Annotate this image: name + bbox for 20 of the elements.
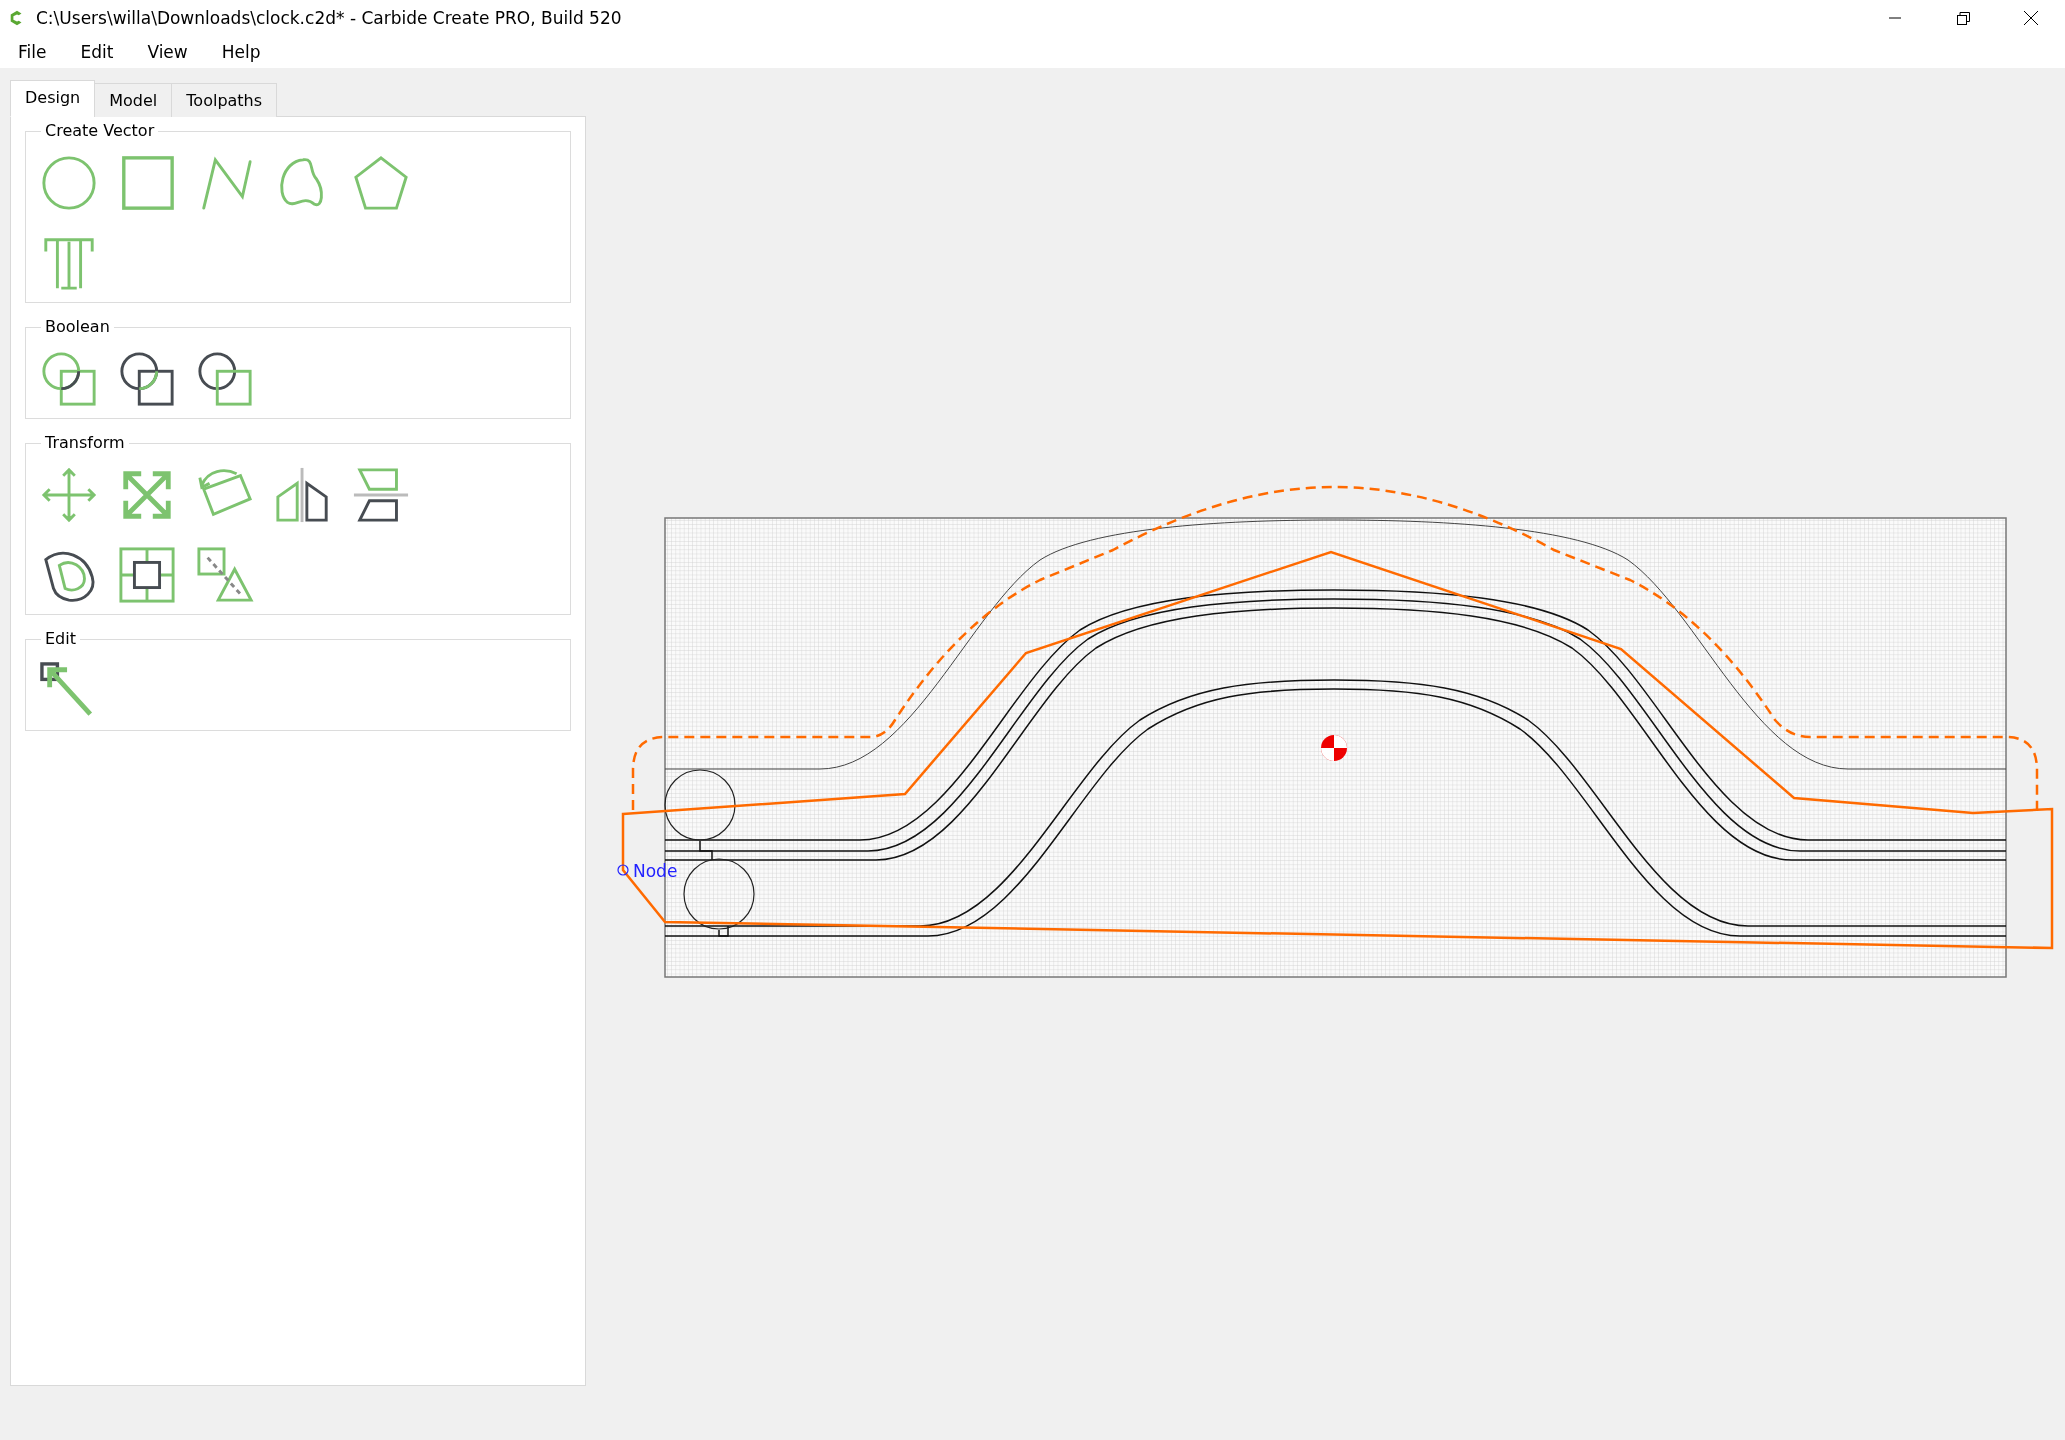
vector-circle[interactable]	[683, 858, 755, 930]
boolean-intersect-icon[interactable]	[196, 350, 254, 408]
mirror-vertical-icon[interactable]	[352, 466, 410, 524]
tab[interactable]: Toolpaths	[171, 83, 278, 117]
window-title: C:\Users\willa\Downloads\clock.c2d* - Carbide Create PRO, Build 520	[36, 8, 623, 28]
node-label: Node	[633, 861, 678, 881]
vector-circle[interactable]	[664, 769, 736, 841]
menu-item[interactable]: File	[6, 40, 59, 64]
tab[interactable]: Model	[94, 83, 173, 117]
menu-item[interactable]: View	[135, 40, 200, 64]
close-icon[interactable]	[2023, 10, 2039, 26]
boolean-subtract-icon[interactable]	[118, 350, 176, 408]
origin-marker	[1321, 735, 1347, 761]
align-center-icon[interactable]	[118, 546, 176, 604]
boolean-union-icon[interactable]	[40, 350, 98, 408]
menu-item[interactable]: Edit	[68, 40, 126, 64]
menu-item[interactable]: Help	[209, 40, 273, 64]
restore-icon[interactable]	[1955, 10, 1971, 26]
tab[interactable]: Design	[10, 80, 96, 117]
node-handle[interactable]	[617, 864, 629, 876]
